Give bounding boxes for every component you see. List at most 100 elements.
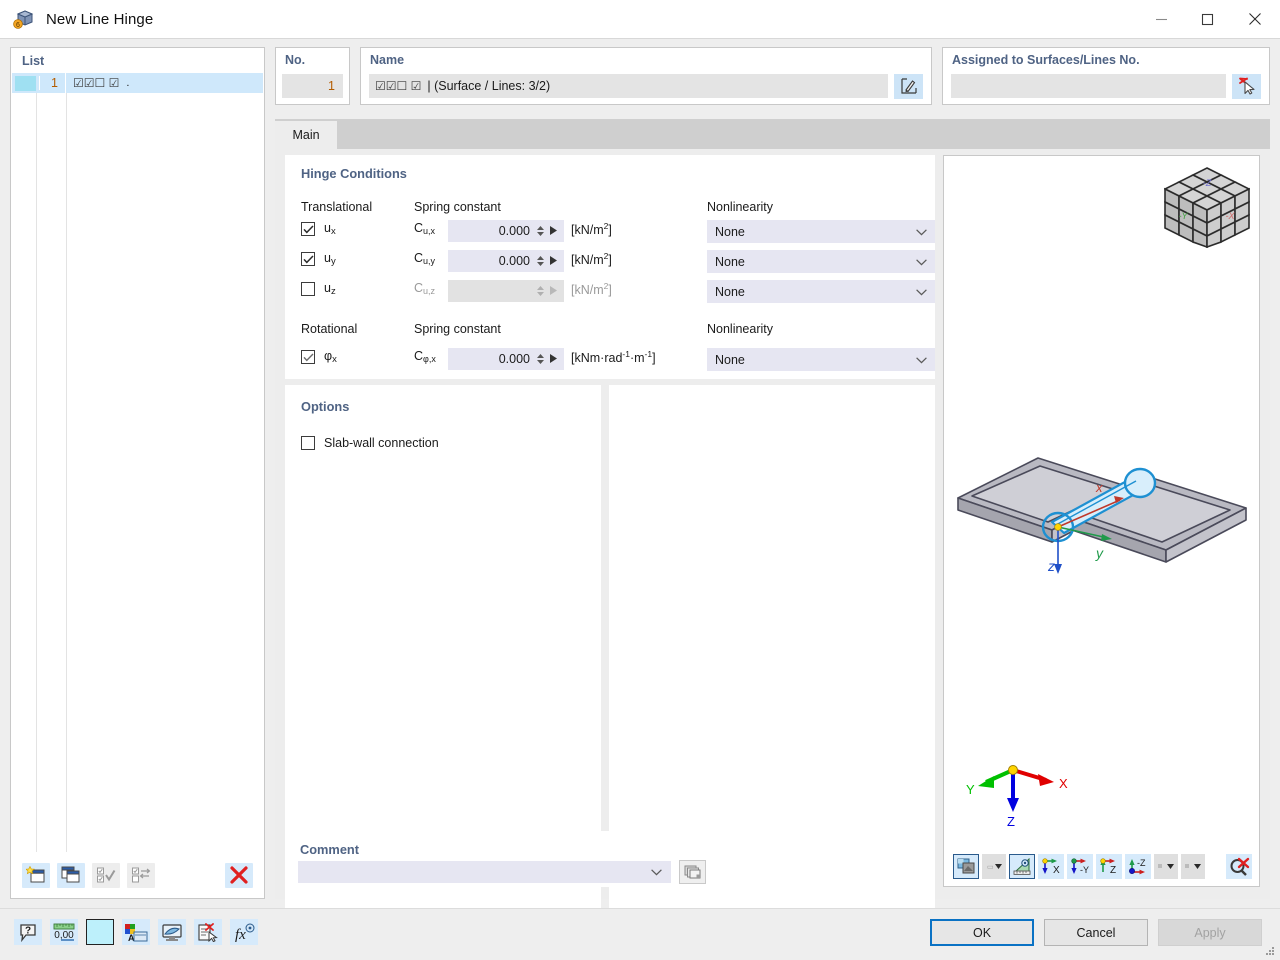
spring-constant-header-2: Spring constant — [414, 322, 501, 336]
ux-nonlinearity-select[interactable]: None — [707, 220, 935, 243]
uy-checkbox[interactable] — [301, 252, 315, 266]
list-item[interactable]: 1 ☑☑☐ ☑ . — [12, 73, 263, 93]
nonlinearity-header-1: Nonlinearity — [707, 200, 774, 214]
ux-checkbox[interactable] — [301, 222, 315, 236]
uy-nonlinearity-select[interactable]: None — [707, 250, 935, 273]
cphix-unit: [kNm·rad-1·m-1] — [571, 349, 656, 366]
model-axis-y-label: y — [1095, 545, 1104, 561]
render-mode-icon[interactable] — [953, 853, 979, 879]
cancel-button[interactable]: Cancel — [1044, 919, 1148, 946]
cphix-symbol: Cφ,x — [414, 349, 436, 364]
view-in-x-icon[interactable]: X — [1038, 853, 1064, 879]
navigation-cube-icon[interactable]: -Z -Y -X — [1163, 164, 1251, 249]
apply-button[interactable]: Apply — [1158, 919, 1262, 946]
slab-wall-checkbox[interactable] — [301, 436, 315, 450]
select-all-button[interactable] — [92, 862, 120, 888]
hinge-model-graphic: x y z — [944, 426, 1259, 586]
name-value-text: | (Surface / Lines: 3/2) — [427, 79, 551, 93]
resize-grip[interactable] — [1264, 945, 1276, 957]
dof-ux-checkbox-row[interactable]: ux — [301, 217, 336, 241]
new-item-button[interactable] — [22, 862, 50, 888]
cuy-spinner[interactable]: 0.000 — [448, 250, 564, 272]
cuy-spin-arrows[interactable] — [536, 256, 545, 266]
maximize-icon[interactable] — [1184, 0, 1230, 39]
visibility-monitor-icon[interactable] — [158, 919, 186, 945]
cux-spinner[interactable]: 0.000 — [448, 220, 564, 242]
list-header: List — [22, 54, 45, 68]
cux-expand-arrow[interactable] — [550, 224, 557, 238]
dof-phix-checkbox-row[interactable]: φx — [301, 345, 337, 369]
phix-checkbox[interactable] — [301, 350, 315, 364]
view-options-dropdown-1[interactable] — [1154, 853, 1178, 879]
title-bar: 6 New Line Hinge — [0, 0, 1280, 39]
hinge-app-icon: 6 — [13, 8, 35, 30]
cuy-expand-arrow[interactable] — [550, 254, 557, 268]
svg-text:?: ? — [25, 925, 31, 936]
copy-item-button[interactable] — [57, 862, 85, 888]
close-icon[interactable] — [1230, 0, 1280, 39]
view-options-dropdown-2[interactable] — [1181, 853, 1205, 879]
help-balloon-icon[interactable]: ? — [14, 919, 42, 945]
name-header: Name — [370, 53, 405, 67]
cuz-unit: [kN/m2] — [571, 281, 612, 298]
view-in-neg-z-icon[interactable]: -Z — [1125, 853, 1151, 879]
dof-uz-checkbox-row[interactable]: uz — [301, 277, 336, 301]
cux-symbol: Cu,x — [414, 221, 436, 236]
comment-templates-icon[interactable] — [679, 860, 706, 884]
cuy-value: 0.000 — [498, 254, 530, 268]
spring-constant-header-1: Spring constant — [414, 200, 501, 214]
row-color-swatch — [15, 75, 36, 91]
comment-row — [298, 860, 706, 884]
slab-wall-label: Slab-wall connection — [324, 436, 439, 450]
formula-fx-icon[interactable]: fx — [230, 919, 258, 945]
view-in-y-icon[interactable]: -Y — [1067, 853, 1093, 879]
no-value-field[interactable]: 1 — [282, 74, 343, 98]
comment-card: Comment — [285, 831, 719, 887]
pick-deselect-icon[interactable] — [1232, 73, 1261, 99]
delete-item-button[interactable] — [225, 862, 253, 888]
uz-nonlinearity-select[interactable]: None — [707, 280, 935, 303]
cuy-unit: [kN/m2] — [571, 251, 612, 268]
window-controls — [1138, 0, 1280, 39]
comment-input[interactable] — [298, 861, 671, 883]
cux-unit: [kN/m2] — [571, 221, 612, 238]
phix-nonlinearity-select[interactable]: None — [707, 348, 935, 371]
zoom-cancel-icon[interactable] — [1226, 853, 1252, 879]
cphix-spin-arrows[interactable] — [536, 354, 545, 364]
slab-wall-connection-row[interactable]: Slab-wall connection — [301, 433, 439, 453]
cphix-expand-arrow[interactable] — [550, 352, 557, 366]
cuz-symbol: Cu,z — [414, 281, 436, 296]
minimize-icon[interactable] — [1138, 0, 1184, 39]
units-decimal-icon[interactable]: 0,00 — [50, 919, 78, 945]
render-mode-dropdown[interactable]: ▭ — [982, 853, 1006, 879]
cux-spin-arrows[interactable] — [536, 226, 545, 236]
svg-text:6: 6 — [16, 22, 20, 29]
view-in-z-icon[interactable]: Z — [1096, 853, 1122, 879]
ok-button[interactable]: OK — [930, 919, 1034, 946]
cux-value: 0.000 — [498, 224, 530, 238]
chevron-down-icon[interactable] — [651, 865, 662, 879]
svg-text:fx: fx — [235, 927, 246, 942]
dof-uy-checkbox-row[interactable]: uy — [301, 247, 336, 271]
nonlinearity-header-2: Nonlinearity — [707, 322, 774, 336]
color-swatch-icon[interactable] — [86, 919, 114, 945]
tab-main[interactable]: Main — [275, 121, 337, 149]
measure-icon[interactable] — [1009, 853, 1035, 879]
cphix-spinner[interactable]: 0.000 — [448, 348, 564, 370]
edit-name-icon[interactable] — [894, 73, 923, 99]
display-properties-icon[interactable]: A — [122, 919, 150, 945]
name-input[interactable]: ☑☑☐ ☑ | (Surface / Lines: 3/2) — [369, 74, 888, 98]
uy-nonlinearity-value: None — [715, 254, 745, 269]
row-number: 1 — [39, 76, 65, 90]
model-viewport[interactable]: -Z -Y -X x y z X Y Z ▭ X -Y Z -Z — [943, 155, 1260, 887]
assigned-input[interactable] — [951, 74, 1226, 98]
options-title: Options — [301, 399, 350, 414]
clear-document-icon[interactable] — [194, 919, 222, 945]
invert-selection-button[interactable] — [127, 862, 155, 888]
footer-buttons: OK Cancel Apply — [930, 919, 1262, 946]
uz-checkbox[interactable] — [301, 282, 315, 296]
svg-text:X: X — [1053, 865, 1060, 875]
phix-nonlinearity-value: None — [715, 352, 745, 367]
dialog-footer: ? 0,00 A fx OK Cancel Apply — [0, 908, 1280, 960]
chevron-down-icon — [916, 285, 927, 299]
